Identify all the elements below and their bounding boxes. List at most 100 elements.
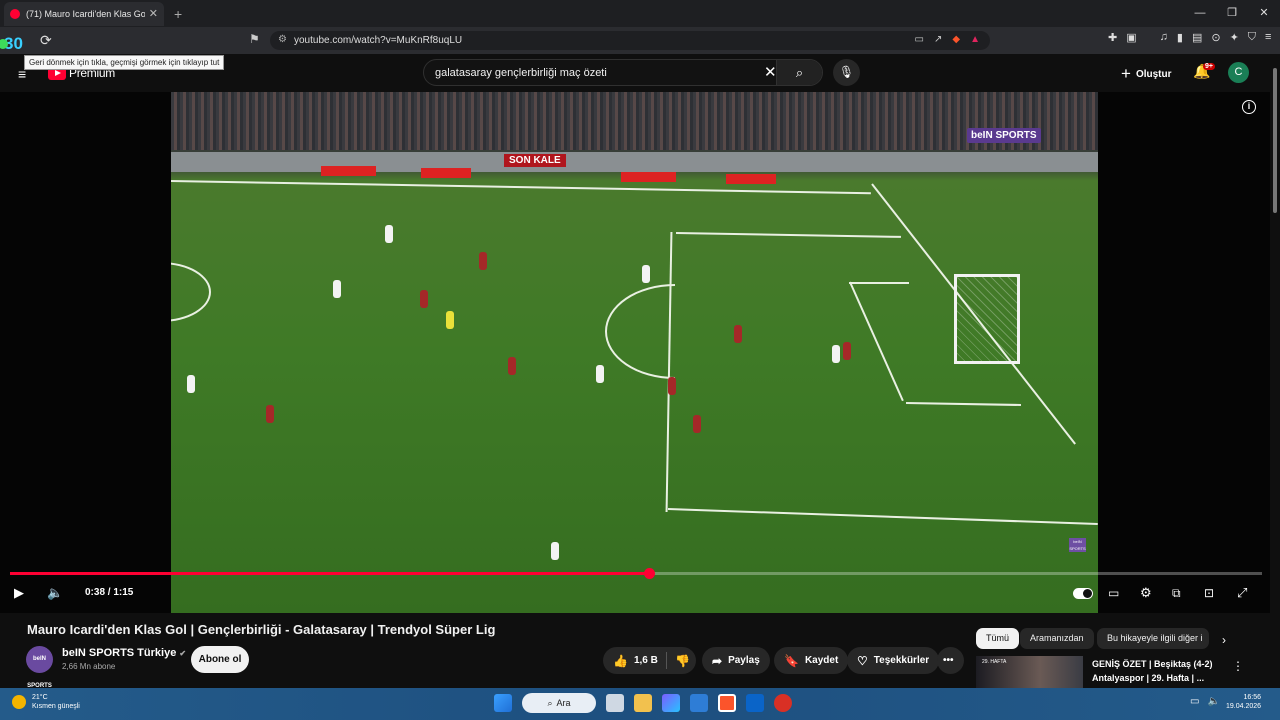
copilot-icon[interactable] [662,694,680,712]
like-dislike-group: 👍 1,6 B 👎 [603,647,696,674]
sidebar-icon[interactable]: ▮ [1177,31,1183,44]
save-button[interactable]: 🔖 Kaydet [774,647,849,674]
player-galatasaray [187,375,195,393]
advertising-boards [171,152,1098,172]
notification-count-badge: 9+ [1203,63,1215,70]
video-title: Mauro Icardi'den Klas Gol | Gençlerbirli… [27,622,496,637]
maximize-button[interactable]: ❐ [1216,0,1248,27]
weather-widget[interactable]: 21°C Kısmen güneşli [12,693,80,711]
video-player[interactable]: SON KALE beIN SPORTS i beIN SPORTS ▶ 🔈 0… [0,92,1270,613]
outlook-icon[interactable] [746,694,764,712]
clear-search-icon[interactable]: ✕ [764,63,777,81]
stadium-stands [171,92,1098,150]
taskbar-clock[interactable]: 16:56 19.04.2026 [1226,693,1261,711]
share-icon[interactable]: ↗ [934,34,942,45]
tab-close-icon[interactable]: ✕ [149,7,158,20]
back-button-badge[interactable]: 30 [0,34,23,54]
site-settings-icon[interactable]: ⚙ [278,34,287,45]
url-text: youtube.com/watch?v=MuKnRf8uqLU [294,35,463,46]
scrollbar-thumb[interactable] [1273,68,1277,213]
search-input[interactable]: galatasaray gençlerbirliği maç özeti ✕ ⌕ [423,59,823,86]
player-genclerbirligi [693,415,701,433]
player-galatasaray [832,345,840,363]
reload-icon[interactable]: ⟳ [40,32,52,49]
chip-all[interactable]: Tümü [976,628,1020,649]
install-app-icon[interactable]: ▭ [915,34,924,45]
scrubber-handle[interactable] [643,568,655,579]
channel-name[interactable]: beIN SPORTS Türkiye ✔ [62,647,186,659]
like-icon[interactable]: 👍 [613,654,628,668]
six-yard-bottom [905,402,1021,407]
media-icon[interactable]: ♫ [1160,31,1168,44]
progress-bar[interactable] [10,568,1262,579]
settings-gear-icon[interactable]: ⚙ [1140,585,1152,601]
like-count[interactable]: 1,6 B [634,655,658,666]
goal-net [954,274,1020,364]
network-icon[interactable]: ▭ [1190,696,1199,707]
store-icon[interactable] [690,694,708,712]
fullscreen-icon[interactable]: ⤢ [1237,585,1247,601]
subtitles-icon[interactable]: ▭ [1108,586,1119,600]
volume-tray-icon[interactable]: 🔈 [1207,696,1219,707]
recommendation-menu-icon[interactable]: ⋮ [1232,659,1244,673]
chip-from-search[interactable]: Aramanızdan [1020,628,1094,649]
voice-search-icon[interactable]: 🎙 [833,59,860,86]
chip-related-story[interactable]: Bu hikayeyle ilgili diğer i [1097,628,1209,649]
autoplay-toggle[interactable] [1073,588,1093,599]
player-galatasaray [333,280,341,298]
stadium-board-text: SON KALE [504,154,566,167]
divider [666,652,667,669]
recommendation-title[interactable]: GENİŞ ÖZET | Beşiktaş (4-2) Antalyaspor … [1092,657,1222,685]
account-avatar[interactable]: C [1228,62,1249,83]
new-tab-button[interactable]: + [174,6,182,22]
chevron-right-icon[interactable]: › [1222,633,1226,647]
leo-ai-icon[interactable]: ✦ [1230,31,1239,44]
thanks-button[interactable]: ♡ Teşekkürler [847,647,940,674]
start-windows-icon[interactable] [494,694,512,712]
menu-icon[interactable]: ≡ [1265,31,1271,44]
brave-shield-icon[interactable]: ◆ [952,34,960,45]
minimize-button[interactable]: — [1184,0,1216,27]
dislike-icon[interactable]: 👎 [675,654,690,668]
page-scrollbar[interactable] [1270,54,1280,688]
miniplayer-icon[interactable]: ⧉ [1172,586,1181,601]
info-icon[interactable]: i [1242,100,1256,114]
plus-icon: + [1121,64,1131,83]
create-button[interactable]: + Oluştur [1121,64,1172,84]
verified-icon: ✔ [179,649,187,658]
share-button[interactable]: ➦ Paylaş [702,647,770,674]
wps-office-icon[interactable] [774,694,792,712]
shield-icon[interactable]: ⛉ [1248,31,1256,44]
taskbar-search-label: Ara [556,698,571,708]
channel-avatar[interactable]: beIN SPORTS [26,646,53,689]
ad-board [726,174,776,184]
bein-sports-overlay-logo: beIN SPORTS [967,128,1041,143]
wallet-icon[interactable]: ▤ [1192,31,1202,44]
bookmark-icon[interactable]: ⚑ [249,32,260,46]
browser-tab-youtube[interactable]: (71) Mauro Icardi'den Klas Gol | ... ✕ [4,1,164,26]
volume-icon[interactable]: 🔈 [47,585,63,601]
brave-rewards-icon[interactable]: ▲ [970,34,980,45]
file-explorer-icon[interactable] [634,694,652,712]
recommendation-thumbnail[interactable]: 29. HAFTA [976,656,1083,688]
subscribe-button[interactable]: Abone ol [191,646,249,673]
vpn-icon[interactable]: ⊙ [1211,31,1220,44]
address-bar[interactable]: ⚙ youtube.com/watch?v=MuKnRf8uqLU ▭ ↗ ◆ … [270,31,990,50]
play-icon[interactable]: ▶ [14,585,24,601]
player-galatasaray [385,225,393,243]
brave-browser-icon[interactable] [718,694,736,712]
screenshot-icon[interactable]: ▣ [1126,31,1136,44]
search-button[interactable]: ⌕ [776,60,822,85]
extensions-icon[interactable]: ✚ [1108,31,1117,44]
save-label: Kaydet [804,655,839,666]
search-query-text: galatasaray gençlerbirliği maç özeti [435,66,607,79]
player-galatasaray [551,542,559,560]
task-view-icon[interactable] [606,694,624,712]
more-actions-button[interactable]: ••• [937,647,964,674]
cast-icon[interactable]: ⊡ [1204,586,1214,600]
ad-board [321,166,376,176]
bein-sports-corner-logo: beIN SPORTS [1069,538,1086,552]
close-window-button[interactable]: ✕ [1248,0,1280,27]
taskbar-search[interactable]: ⌕ Ara [522,693,596,713]
tab-title: (71) Mauro Icardi'den Klas Gol | ... [26,8,145,19]
